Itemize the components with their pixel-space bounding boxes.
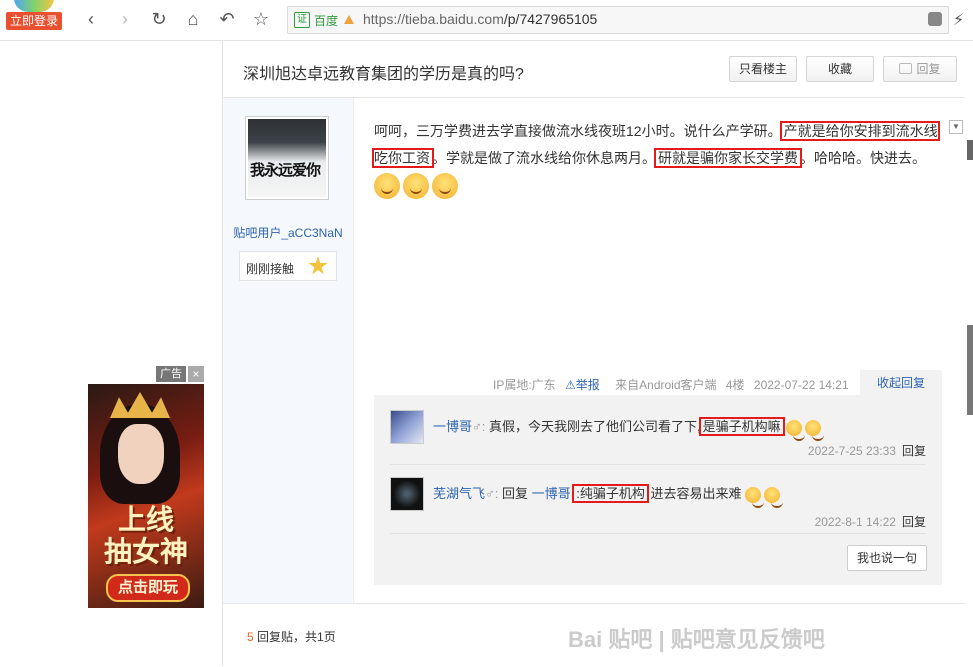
- ad-title-line2: 抽女神: [103, 535, 188, 568]
- bookmark-star-icon[interactable]: ☆: [250, 8, 272, 30]
- reply-meta: 2022-7-25 23:33 回复: [808, 442, 926, 459]
- lightning-icon[interactable]: ⚡: [953, 10, 964, 30]
- reload-icon[interactable]: ↻: [148, 8, 170, 30]
- reply-highlight: :纯骗子机构: [572, 484, 649, 503]
- reply-target[interactable]: 一博哥: [532, 486, 571, 501]
- reply-count: 5 回复贴，共1页: [247, 628, 336, 645]
- reply-author[interactable]: 芜湖气飞: [433, 486, 485, 501]
- thread-panel: 深圳旭达卓远教育集团的学历是真的吗? 只看楼主 收藏 回复 我永远爱你 贴吧用户…: [223, 41, 965, 667]
- reply-button[interactable]: 回复: [883, 56, 957, 82]
- reply-prefix: 回复: [502, 486, 529, 501]
- ad-title-line1: 上线: [117, 503, 174, 536]
- post-time: 2022-07-22 14:21: [753, 378, 849, 392]
- say-something-button[interactable]: 我也说一句: [847, 545, 927, 571]
- ad-cta-button[interactable]: 点击即玩: [106, 574, 190, 602]
- divider: [390, 533, 926, 534]
- smile-emoji-icon: [403, 173, 429, 200]
- author-name[interactable]: 贴吧用户_aCC3NaN: [223, 224, 353, 241]
- thread-title: 深圳旭达卓远教育集团的学历是真的吗?: [243, 66, 524, 83]
- address-bar[interactable]: 证 百度 https://tieba.baidu.com/p/742796510…: [287, 6, 949, 34]
- forward-icon[interactable]: ›: [114, 8, 136, 30]
- report-label: 举报: [575, 378, 600, 392]
- login-button[interactable]: 立即登录: [6, 12, 62, 30]
- level-name: 刚刚接触: [246, 262, 295, 276]
- divider: [390, 464, 926, 465]
- reply-count-number: 5: [247, 630, 254, 644]
- home-icon[interactable]: ⌂: [182, 8, 204, 30]
- reply-item: 一博哥♂: 真假，今天我刚去了他们公司看了下, 是骗子机构嘛 2022-7-25 …: [390, 410, 926, 458]
- ad-title: 上线 抽女神: [88, 504, 204, 568]
- reply-reply-link[interactable]: 回复: [902, 444, 926, 458]
- avatar[interactable]: 我永远爱你: [245, 116, 329, 200]
- avatar-image: 我永远爱你: [248, 119, 326, 197]
- star-icon: [308, 256, 328, 275]
- undo-icon[interactable]: ↶: [216, 8, 238, 30]
- certificate-icon: 证: [294, 12, 310, 28]
- emoji-icon: [804, 419, 824, 441]
- ip-location: IP属地:广东: [493, 378, 556, 392]
- ad-image[interactable]: 上线 抽女神 点击即玩: [88, 384, 204, 608]
- content-text-1: 呵呵，三万学费进去学直接做流水线夜班12小时。说什么产学研。: [374, 123, 782, 139]
- emoji-icon: [763, 486, 783, 508]
- favorite-button[interactable]: 收藏: [806, 56, 874, 82]
- right-edge-image: [967, 325, 973, 415]
- reply-button-label: 回复: [916, 62, 941, 76]
- floor-number: 4楼: [725, 378, 745, 392]
- certificate-name: 百度: [314, 14, 339, 28]
- level-badge[interactable]: 刚刚接触: [239, 251, 337, 281]
- browser-toolbar: 立即登录 ‹ › ↻ ⌂ ↶ ☆ 证 百度 https://tieba.baid…: [0, 0, 973, 41]
- author-card: 我永远爱你 贴吧用户_aCC3NaN 刚刚接触: [223, 98, 354, 603]
- extension-icon[interactable]: [928, 12, 942, 26]
- reply-text: 进去容易出来难: [650, 486, 742, 501]
- reply-meta: 2022-8-1 14:22 回复: [815, 513, 926, 530]
- speech-bubble-icon: [899, 63, 913, 74]
- reply-author[interactable]: 一博哥: [433, 419, 472, 434]
- right-edge-block: [967, 140, 973, 160]
- lock-icon: [344, 15, 354, 24]
- thread-header: 深圳旭达卓远教育集团的学历是真的吗? 只看楼主 收藏 回复: [223, 41, 965, 98]
- reply-text: 真假，今天我刚去了他们公司看了下,: [489, 419, 701, 434]
- ad-crown-icon: [110, 392, 170, 418]
- post-floor: 我永远爱你 贴吧用户_aCC3NaN 刚刚接触 呵呵，三万学费进去学直接做流水线…: [223, 98, 965, 603]
- reply-body: 一博哥♂: 真假，今天我刚去了他们公司看了下, 是骗子机构嘛: [433, 416, 824, 441]
- baidu-watermark: Bai 贴吧 | 贴吧意见反馈吧: [568, 627, 825, 652]
- ad-tag: 广告: [156, 366, 186, 382]
- thread-footer: 5 回复贴，共1页 Bai 贴吧 | 贴吧意见反馈吧: [223, 603, 965, 667]
- reply-avatar[interactable]: [390, 477, 424, 511]
- reply-count-text: 回复贴，共1页: [257, 630, 336, 644]
- post-menu-dropdown-icon[interactable]: ▼: [949, 120, 963, 134]
- ad-character-face: [118, 424, 164, 484]
- ad-close-icon[interactable]: ×: [188, 366, 204, 382]
- reply-avatar[interactable]: [390, 410, 424, 444]
- avatar-text: 我永远爱你: [250, 162, 321, 179]
- content-highlight-2: 研就是骗你家长交学费: [654, 148, 802, 168]
- collapse-replies-button[interactable]: 收起回复: [860, 370, 942, 396]
- report-link[interactable]: ⚠举报: [565, 378, 606, 392]
- reply-time: 2022-7-25 23:33: [807, 444, 896, 458]
- back-icon[interactable]: ‹: [80, 8, 102, 30]
- smile-emoji-icon: [374, 173, 400, 200]
- smile-emoji-icon: [432, 173, 458, 200]
- ad-banner[interactable]: 广告 × 上线 抽女神 点击即玩: [88, 366, 204, 608]
- reply-reply-link[interactable]: 回复: [902, 515, 926, 529]
- post-content: 呵呵，三万学费进去学直接做流水线夜班12小时。说什么产学研。 产就是给你安排到流水…: [372, 118, 944, 200]
- reply-list: 一博哥♂: 真假，今天我刚去了他们公司看了下, 是骗子机构嘛 2022-7-25 …: [374, 395, 942, 585]
- reply-highlight: 是骗子机构嘛: [698, 417, 785, 436]
- emoji-icon: [785, 419, 805, 441]
- reply-item: 芜湖气飞♂: 回复 一博哥 :纯骗子机构 进去容易出来难 2022-8-1 14…: [390, 477, 926, 529]
- client-source: 来自Android客户端: [615, 378, 717, 392]
- author-only-button[interactable]: 只看楼主: [729, 56, 797, 82]
- reply-time: 2022-8-1 14:22: [814, 515, 896, 529]
- url-text[interactable]: https://tieba.baidu.com/p/7427965105: [363, 11, 597, 27]
- browser-logo-icon: [14, 0, 54, 12]
- content-text-3: 。哈哈哈。快进去。: [800, 150, 926, 166]
- content-text-2: 。学就是做了流水线给你休息两月。: [432, 150, 656, 166]
- emoji-icon: [744, 486, 764, 508]
- reply-body: 芜湖气飞♂: 回复 一博哥 :纯骗子机构 进去容易出来难: [433, 483, 783, 508]
